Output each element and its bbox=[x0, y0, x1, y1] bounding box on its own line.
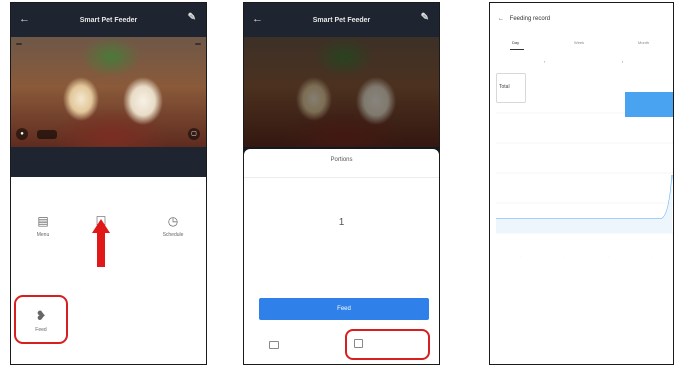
x-tick: · bbox=[652, 254, 653, 258]
settings-icon bbox=[269, 341, 279, 349]
feeding-record-screen: ← Feeding record Day Week Month ‹ › Tota… bbox=[489, 2, 674, 365]
video-mode-pill[interactable] bbox=[37, 130, 57, 139]
video-control-band bbox=[11, 147, 206, 177]
pencil-icon[interactable]: ✎ bbox=[421, 12, 429, 23]
tab-day[interactable]: Day bbox=[512, 40, 519, 45]
chart-grid bbox=[496, 112, 673, 234]
active-tab-indicator bbox=[510, 49, 524, 50]
fullscreen-icon[interactable]: ▢ bbox=[188, 128, 200, 140]
portions-sheet: Portions 1 Feed bbox=[244, 149, 439, 364]
x-tick: · bbox=[542, 254, 543, 258]
app-title: Smart Pet Feeder bbox=[312, 16, 371, 24]
back-arrow-icon[interactable]: ← bbox=[19, 13, 30, 25]
tab-week[interactable]: Week bbox=[574, 40, 584, 45]
x-tick: · bbox=[586, 254, 587, 258]
feed-button[interactable]: Feed bbox=[259, 298, 429, 320]
tooltip-total: Total bbox=[499, 84, 510, 90]
camera-live-view[interactable]: ● ▢ bbox=[11, 37, 206, 147]
record-icon bbox=[354, 339, 363, 348]
feeding-line bbox=[496, 174, 673, 220]
video-quality-tag[interactable] bbox=[195, 43, 201, 45]
menu-button[interactable]: ▤ Menu bbox=[21, 214, 65, 238]
camera-live-view[interactable] bbox=[244, 37, 439, 147]
option-left[interactable] bbox=[266, 336, 336, 354]
app-bar: ← Smart Pet Feeder ✎ bbox=[11, 3, 206, 37]
x-tick: · bbox=[630, 254, 631, 258]
total-tooltip: Total bbox=[496, 73, 526, 103]
feeding-chart bbox=[496, 112, 673, 234]
divider bbox=[244, 177, 439, 178]
tab-month[interactable]: Month bbox=[638, 40, 649, 45]
feeding-area bbox=[496, 175, 672, 233]
feeding-record-button[interactable] bbox=[345, 329, 430, 360]
pencil-icon[interactable]: ✎ bbox=[188, 12, 196, 23]
x-tick: · bbox=[520, 254, 521, 258]
app-bar: ← Smart Pet Feeder ✎ bbox=[244, 3, 439, 37]
menu-icon: ▤ bbox=[37, 214, 49, 228]
home-screen: ← Smart Pet Feeder ✎ ● ▢ ▤ Menu ☐ ◷ Sche… bbox=[10, 2, 207, 365]
x-tick: · bbox=[608, 254, 609, 258]
annotation-arrow bbox=[92, 219, 110, 267]
chevron-right-icon[interactable]: › bbox=[622, 59, 623, 64]
chevron-left-icon[interactable]: ‹ bbox=[544, 59, 545, 64]
portion-picker[interactable]: 1 bbox=[244, 217, 439, 228]
record-header: ← Feeding record bbox=[498, 16, 550, 22]
page-title: Feeding record bbox=[509, 16, 551, 22]
x-tick: · bbox=[564, 254, 565, 258]
x-tick: · bbox=[498, 254, 499, 258]
menu-label: Menu bbox=[36, 232, 50, 238]
data-tooltip bbox=[625, 92, 673, 117]
schedule-label: Schedule bbox=[162, 232, 184, 238]
sheet-title: Portions bbox=[330, 157, 353, 163]
date-selector: ‹ › bbox=[490, 59, 673, 71]
clock-icon: ◷ bbox=[167, 214, 179, 228]
back-arrow-icon[interactable]: ← bbox=[498, 16, 504, 22]
feed-icon: ❥ bbox=[35, 308, 47, 323]
schedule-button[interactable]: ◷ Schedule bbox=[151, 214, 195, 238]
feed-shortcut-label: Feed bbox=[35, 327, 47, 333]
snapshot-icon[interactable]: ● bbox=[16, 128, 28, 140]
feed-shortcut-button[interactable]: ❥ Feed bbox=[14, 295, 68, 344]
dim-overlay[interactable] bbox=[244, 37, 439, 147]
period-tabs: Day Week Month bbox=[490, 40, 673, 52]
portions-screen: ← Smart Pet Feeder ✎ Portions 1 Feed bbox=[243, 2, 440, 365]
back-arrow-icon[interactable]: ← bbox=[252, 13, 263, 25]
video-status-tag bbox=[16, 43, 22, 45]
app-title: Smart Pet Feeder bbox=[79, 16, 138, 24]
